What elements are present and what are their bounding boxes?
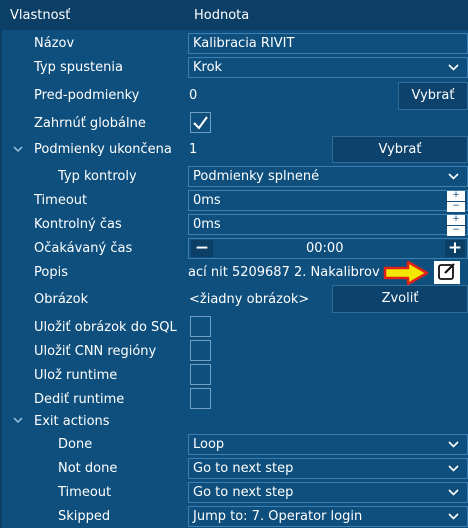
dedit-runtime-checkbox[interactable] [190, 388, 211, 409]
row-podmienky-ukoncena: Podmienky ukončena 1 Vybrať [2, 136, 468, 163]
timeout-action-label: Timeout [58, 485, 112, 500]
spin-down-icon[interactable]: − [447, 226, 465, 236]
spin-down-icon[interactable]: − [447, 202, 465, 212]
uloz-runtime-checkbox[interactable] [190, 364, 211, 385]
edit-button[interactable] [434, 261, 460, 284]
spin-up-icon[interactable]: + [447, 191, 465, 201]
not-done-dropdown[interactable]: Go to next step [188, 458, 468, 479]
obrazok-label: Obrázok [34, 292, 89, 307]
chevron-down-icon [448, 513, 459, 520]
spin-up-icon[interactable]: + [447, 215, 465, 225]
row-exit-actions: Exit actions [2, 410, 468, 433]
typ-spustenia-value: Krok [193, 60, 223, 75]
minus-button[interactable]: − [191, 240, 213, 257]
kontrolny-cas-value: 0ms [193, 217, 221, 232]
row-obrazok: Obrázok <žiadny obrázok> Zvoliť [2, 285, 468, 313]
typ-spustenia-dropdown[interactable]: Krok [188, 57, 468, 78]
grid-header: Vlastnosť Hodnota [2, 0, 468, 30]
chevron-down-icon [448, 465, 459, 472]
row-skipped: Skipped Jump to: 7. Operator login [2, 505, 468, 528]
chevron-down-icon [448, 489, 459, 496]
ocakavany-cas-value: 00:00 [306, 241, 344, 256]
skipped-dropdown[interactable]: Jump to: 7. Operator login [188, 506, 468, 527]
zahrnut-globalne-checkbox[interactable] [190, 112, 211, 133]
row-done: Done Loop [2, 433, 468, 456]
podmienky-ukoncena-value: 1 [189, 142, 198, 157]
chevron-down-icon[interactable] [12, 414, 24, 426]
zahrnut-globalne-label: Zahrnúť globálne [34, 116, 146, 131]
timeout-spinner[interactable]: + − [447, 191, 465, 212]
not-done-label: Not done [58, 461, 118, 476]
podmienky-ukoncena-vybrat-button[interactable]: Vybrať [332, 136, 468, 163]
timeout-value: 0ms [193, 193, 221, 208]
kontrolny-cas-input[interactable]: 0ms + − [188, 214, 468, 236]
header-property: Vlastnosť [10, 8, 71, 23]
typ-kontroly-dropdown[interactable]: Podmienky splnené [188, 166, 468, 187]
yellow-arrow-icon [383, 260, 429, 286]
timeout-action-value: Go to next step [193, 485, 294, 500]
timeout-action-dropdown[interactable]: Go to next step [188, 482, 468, 503]
done-value: Loop [193, 437, 225, 452]
row-popis: Popis ací nit 5209687 2. Nakalibrov [2, 260, 468, 286]
row-typ-kontroly: Typ kontroly Podmienky splnené [2, 165, 468, 188]
dedit-runtime-label: Dediť runtime [34, 392, 125, 407]
typ-kontroly-value: Podmienky splnené [193, 169, 320, 184]
row-pred-podmienky: Pred-podmienky 0 Vybrať [2, 82, 468, 110]
typ-spustenia-label: Typ spustenia [34, 60, 123, 75]
chevron-down-icon [448, 441, 459, 448]
row-timeout-action: Timeout Go to next step [2, 481, 468, 504]
chevron-down-icon [448, 173, 459, 180]
header-value: Hodnota [194, 8, 250, 23]
ocakavany-cas-label: Očakávaný čas [34, 241, 133, 256]
ulozit-cnn-checkbox[interactable] [190, 340, 211, 361]
not-done-value: Go to next step [193, 461, 294, 476]
row-ulozit-sql: Uložiť obrázok do SQL [2, 316, 468, 339]
pred-podmienky-vybrat-button[interactable]: Vybrať [398, 82, 468, 110]
row-uloz-runtime: Ulož runtime [2, 364, 468, 387]
kontrolny-cas-spinner[interactable]: + − [447, 215, 465, 236]
plus-button[interactable]: + [445, 240, 465, 257]
podmienky-ukoncena-label: Podmienky ukončena [34, 142, 172, 157]
exit-actions-label: Exit actions [34, 414, 110, 429]
row-nazov: Názov Kalibracia RIVIT [2, 32, 468, 55]
skipped-value: Jump to: 7. Operator login [193, 509, 363, 524]
popis-label: Popis [34, 265, 68, 280]
row-not-done: Not done Go to next step [2, 457, 468, 480]
pred-podmienky-label: Pred-podmienky [34, 88, 140, 103]
timeout-input[interactable]: 0ms + − [188, 190, 468, 212]
ulozit-cnn-label: Uložiť CNN regióny [34, 344, 157, 359]
property-grid: Vlastnosť Hodnota Názov Kalibracia RIVIT… [0, 0, 468, 528]
nazov-value: Kalibracia RIVIT [193, 36, 295, 51]
done-label: Done [58, 437, 93, 452]
row-timeout: Timeout 0ms + − [2, 189, 468, 212]
chevron-down-icon [448, 64, 459, 71]
nazov-input[interactable]: Kalibracia RIVIT [188, 33, 468, 54]
row-ulozit-cnn: Uložiť CNN regióny [2, 340, 468, 363]
ocakavany-cas-timepicker[interactable]: − 00:00 + [188, 238, 468, 259]
pred-podmienky-value: 0 [189, 88, 198, 103]
obrazok-zvolit-button[interactable]: Zvoliť [332, 285, 468, 313]
uloz-runtime-label: Ulož runtime [34, 368, 118, 383]
skipped-label: Skipped [58, 509, 111, 524]
row-zahrnut-globalne: Zahrnúť globálne [2, 111, 468, 135]
row-typ-spustenia: Typ spustenia Krok [2, 56, 468, 79]
edit-icon [438, 263, 455, 280]
ulozit-sql-label: Uložiť obrázok do SQL [34, 320, 177, 335]
row-kontrolny-cas: Kontrolný čas 0ms + − [2, 213, 468, 236]
chevron-down-icon[interactable] [12, 143, 24, 155]
obrazok-value: <žiadny obrázok> [189, 292, 310, 307]
check-icon [193, 116, 208, 130]
nazov-label: Názov [34, 36, 75, 51]
row-dedit-runtime: Dediť runtime [2, 388, 468, 411]
timeout-label: Timeout [34, 193, 88, 208]
popis-value[interactable]: ací nit 5209687 2. Nakalibrov [188, 265, 380, 280]
typ-kontroly-label: Typ kontroly [58, 169, 137, 184]
row-ocakavany-cas: Očakávaný čas − 00:00 + [2, 237, 468, 260]
done-dropdown[interactable]: Loop [188, 434, 468, 455]
ulozit-sql-checkbox[interactable] [190, 316, 211, 337]
kontrolny-cas-label: Kontrolný čas [34, 217, 122, 232]
